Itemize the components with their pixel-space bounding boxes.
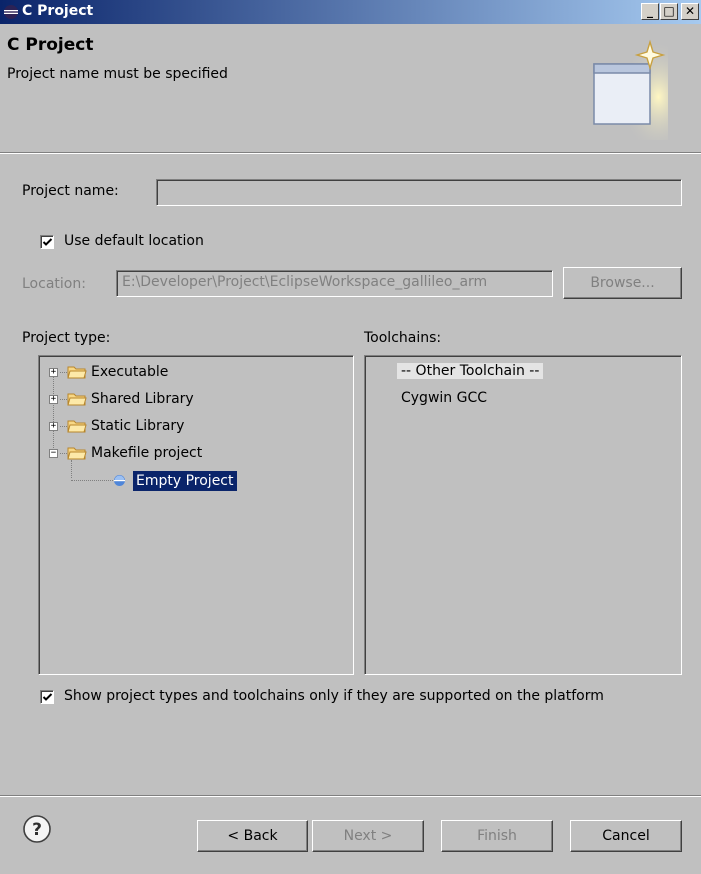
next-button[interactable]: Next > — [312, 820, 424, 852]
help-icon[interactable]: ? — [22, 814, 52, 844]
show-supported-only-label: Show project types and toolchains only i… — [64, 688, 604, 704]
project-type-tree[interactable]: + Executable + Shared Library + Static L… — [38, 355, 354, 675]
toolchains-label: Toolchains: — [364, 330, 442, 346]
folder-icon — [67, 366, 87, 379]
tree-item-shared-library[interactable]: + Shared Library — [39, 389, 349, 411]
toolchain-item[interactable]: -- Other Toolchain -- — [397, 363, 544, 379]
tree-item-label: Empty Project — [133, 471, 237, 491]
show-supported-only-checkbox[interactable] — [40, 690, 54, 704]
tree-item-makefile-project[interactable]: − Makefile project — [39, 443, 349, 465]
tree-line — [71, 480, 113, 481]
button-bar-separator-highlight — [0, 796, 701, 797]
new-project-wizard-icon — [593, 39, 668, 140]
tree-line — [60, 372, 67, 373]
wizard-banner: C Project Project name must be specified — [0, 24, 701, 152]
tree-item-label: Makefile project — [91, 445, 203, 461]
folder-icon — [67, 447, 87, 460]
project-type-label: Project type: — [22, 330, 111, 346]
tree-item-label: Static Library — [91, 418, 185, 434]
use-default-location-checkbox[interactable] — [40, 235, 54, 249]
tree-line — [60, 399, 67, 400]
minimize-button[interactable]: _ — [641, 3, 659, 20]
window-title: C Project — [22, 3, 94, 19]
banner-separator-highlight — [0, 153, 701, 154]
expand-icon[interactable]: + — [49, 422, 58, 431]
toolchains-list[interactable]: -- Other Toolchain -- Cygwin GCC — [364, 355, 682, 675]
title-bar: C Project _ □ ✕ — [0, 0, 701, 24]
maximize-button[interactable]: □ — [660, 3, 678, 20]
location-input[interactable]: E:\Developer\Project\EclipseWorkspace_ga… — [116, 270, 553, 297]
tree-item-empty-project[interactable]: Empty Project — [39, 470, 349, 492]
tree-item-label: Executable — [91, 364, 169, 380]
svg-text:?: ? — [32, 820, 42, 840]
folder-icon — [67, 393, 87, 406]
close-button[interactable]: ✕ — [681, 3, 699, 20]
use-default-location-label: Use default location — [64, 233, 204, 249]
tree-item-static-library[interactable]: + Static Library — [39, 416, 349, 438]
expand-icon[interactable]: + — [49, 368, 58, 377]
toolchain-item[interactable]: Cygwin GCC — [401, 390, 487, 406]
back-button[interactable]: < Back — [197, 820, 308, 852]
project-name-label: Project name: — [22, 183, 119, 199]
tree-line — [53, 376, 54, 452]
cancel-button[interactable]: Cancel — [570, 820, 682, 852]
banner-title: C Project — [7, 35, 94, 55]
folder-icon — [67, 420, 87, 433]
finish-button[interactable]: Finish — [441, 820, 553, 852]
project-bullet-icon — [114, 475, 125, 486]
tree-item-label: Shared Library — [91, 391, 194, 407]
tree-line — [60, 426, 67, 427]
expand-icon[interactable]: + — [49, 395, 58, 404]
tree-item-executable[interactable]: + Executable — [39, 362, 349, 384]
project-name-input[interactable] — [156, 179, 682, 206]
collapse-icon[interactable]: − — [49, 449, 58, 458]
checkmark-icon — [42, 693, 53, 701]
c-project-dialog: C Project _ □ ✕ C Project Project name m… — [0, 0, 701, 874]
tree-line — [60, 453, 67, 454]
location-label: Location: — [22, 276, 86, 292]
banner-message: Project name must be specified — [7, 66, 228, 82]
eclipse-icon — [4, 5, 18, 19]
browse-button[interactable]: Browse... — [563, 267, 682, 299]
checkmark-icon — [42, 238, 53, 246]
